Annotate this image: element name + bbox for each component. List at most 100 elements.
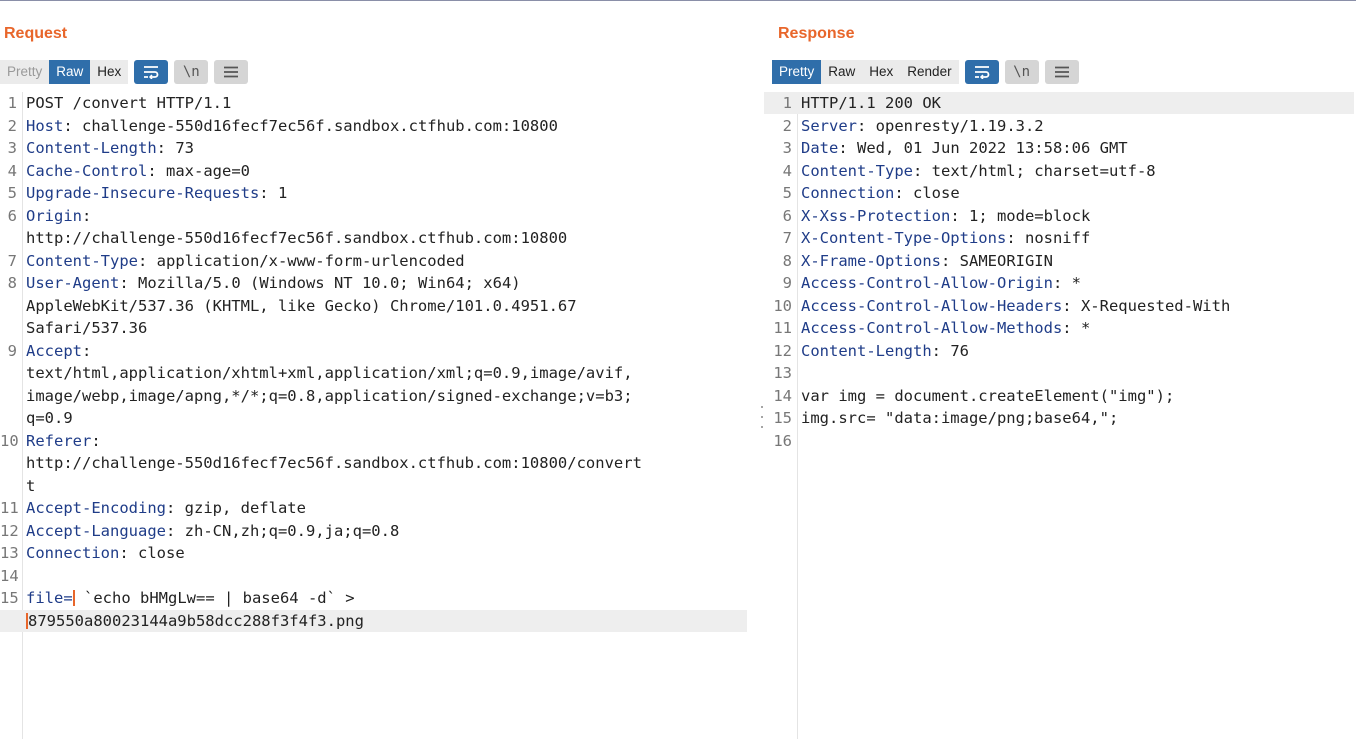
line-number: 13: [773, 364, 792, 382]
wrap-lines-button[interactable]: [964, 60, 999, 84]
editor-line: 7 Content-Type: application/x-www-form-ur…: [0, 250, 747, 272]
header-name: Connection: [26, 544, 120, 562]
header-colon: :: [1006, 229, 1025, 247]
response-toolbar: Pretty Raw Hex Render \n: [772, 60, 1079, 84]
header-name: Content-Type: [801, 161, 913, 180]
editor-line: q=0.9: [0, 407, 747, 429]
editor-line: 1 HTTP/1.1 200 OK: [764, 92, 1354, 114]
header-colon: :: [940, 251, 960, 270]
editor-line: t: [0, 475, 747, 497]
hamburger-menu-icon: [224, 66, 239, 78]
line-text: t: [26, 476, 36, 495]
header-value: *: [1080, 319, 1091, 337]
line-number: 16: [773, 431, 792, 450]
wrap-lines-button[interactable]: [134, 60, 169, 84]
editor-line: 14 var img = document.createElement("img"…: [764, 385, 1354, 407]
response-title: Response: [778, 25, 855, 42]
line-number: 6: [7, 206, 17, 225]
editor-line: 8 User-Agent: Mozilla/5.0 (Windows NT 10.…: [0, 272, 747, 294]
header-value: Mozilla/5.0 (Windows NT 10.0; Win64; x64…: [138, 274, 521, 292]
line-number: 10: [0, 431, 19, 450]
editor-line: 10 Referer:: [0, 430, 747, 452]
newline-icon: \n: [182, 64, 200, 80]
show-non-printable-button[interactable]: \n: [1004, 60, 1039, 84]
line-number: 12: [0, 521, 19, 540]
line-text: POST /convert HTTP/1.1: [26, 94, 232, 112]
editor-line: 8 X-Frame-Options: SAMEORIGIN: [764, 250, 1354, 272]
editor-line: 2 Host: challenge-550d16fecf7ec56f.sandbo…: [0, 115, 747, 137]
editor-line: 4 Content-Type: text/html; charset=utf-8: [764, 160, 1354, 182]
tab-hex[interactable]: Hex: [90, 60, 128, 84]
editor-line: text/html,application/xhtml+xml,applicat…: [0, 362, 747, 384]
editor-line: 4 Cache-Control: max-age=0: [0, 160, 747, 182]
header-name: Content-Length: [26, 139, 157, 157]
header-name: X-Content-Type-Options: [801, 229, 1007, 247]
header-colon: :: [1062, 319, 1081, 337]
header-colon: :: [82, 206, 92, 225]
line-number: 14: [773, 386, 792, 405]
body-param-value-continued: 879550a80023144a9b58dcc288f3f4f3.png: [28, 611, 364, 630]
editor-line: 7 X-Content-Type-Options: nosniff: [764, 227, 1354, 249]
line-text: AppleWebKit/537.36 (KHTML, like Gecko) C…: [26, 296, 577, 315]
editor-line: 12 Accept-Language: zh-CN,zh;q=0.9,ja;q=0…: [0, 520, 747, 542]
header-value: challenge-550d16fecf7ec56f.sandbox.ctfhu…: [82, 116, 558, 135]
header-value: close: [913, 184, 960, 202]
request-pane: Request Pretty Raw Hex \n 1 POST /convert…: [0, 4, 758, 739]
header-value: zh-CN,zh;q=0.9,ja;q=0.8: [184, 521, 400, 540]
tab-raw[interactable]: Raw: [821, 60, 862, 84]
header-colon: :: [63, 116, 82, 135]
editor-line: 13: [764, 362, 1354, 384]
editor-line: 12 Content-Length: 76: [764, 340, 1354, 362]
line-number: 6: [782, 206, 792, 225]
request-editor[interactable]: 1 POST /convert HTTP/1.1 2 Host: challenge-…: [0, 92, 758, 739]
header-value: max-age=0: [166, 161, 250, 180]
line-number: 2: [7, 116, 17, 135]
menu-button[interactable]: [214, 60, 249, 84]
tab-pretty[interactable]: Pretty: [0, 60, 49, 84]
header-name: Accept: [26, 341, 82, 360]
editor-line: http://challenge-550d16fecf7ec56f.sandbo…: [0, 452, 747, 474]
header-name: User-Agent: [26, 274, 120, 292]
header-value: close: [138, 544, 185, 562]
line-number: 8: [782, 251, 792, 270]
editor-line: 13 Connection: close: [0, 542, 747, 564]
header-colon: :: [912, 161, 932, 180]
header-name: Access-Control-Allow-Methods: [801, 319, 1063, 337]
editor-line: AppleWebKit/537.36 (KHTML, like Gecko) C…: [0, 295, 747, 317]
line-number: 13: [0, 544, 19, 562]
response-editor[interactable]: 1 HTTP/1.1 200 OK 2 Server: openresty/1.19.…: [764, 92, 1356, 739]
line-number: 15: [773, 409, 792, 427]
tab-pretty[interactable]: Pretty: [772, 60, 822, 84]
header-value: gzip, deflate: [184, 499, 306, 517]
header-value: nosniff: [1024, 229, 1091, 247]
request-toolbar: Pretty Raw Hex \n: [0, 60, 249, 84]
editor-line: 15 img.src= "data:image/png;base64,";: [764, 407, 1354, 429]
header-colon: :: [165, 521, 185, 540]
line-text: var img = document.createElement("img");: [801, 386, 1175, 405]
header-value: openresty/1.19.3.2: [875, 116, 1044, 135]
header-value: X-Requested-With: [1080, 296, 1231, 315]
editor-line: 5 Upgrade-Insecure-Requests: 1: [0, 182, 747, 204]
editor-line: 9 Accept:: [0, 340, 747, 362]
request-body-line: 15 file= `echo bHMgLw== | base64 -d` >: [0, 587, 747, 609]
line-text: text/html,application/xhtml+xml,applicat…: [26, 364, 633, 382]
editor-line: 3 Date: Wed, 01 Jun 2022 13:58:06 GMT: [764, 137, 1354, 159]
header-colon: :: [147, 161, 166, 180]
line-text: HTTP/1.1 200 OK: [801, 94, 941, 112]
header-name: Server: [801, 116, 857, 135]
tab-hex[interactable]: Hex: [862, 60, 900, 84]
line-number: 5: [782, 184, 792, 202]
menu-button[interactable]: [1044, 60, 1079, 84]
show-non-printable-button[interactable]: \n: [174, 60, 209, 84]
line-number: 10: [773, 296, 792, 315]
header-value: 73: [175, 139, 194, 157]
header-name: Accept-Language: [26, 521, 166, 540]
tab-render[interactable]: Render: [900, 60, 958, 84]
header-value: 1: [277, 184, 288, 202]
header-name: Accept-Encoding: [26, 499, 166, 517]
tab-raw[interactable]: Raw: [49, 60, 91, 84]
request-view-tabs: Pretty Raw Hex: [0, 60, 129, 84]
header-colon: :: [259, 184, 278, 202]
body-param-name: file=: [26, 589, 73, 607]
line-number: 8: [7, 274, 17, 292]
